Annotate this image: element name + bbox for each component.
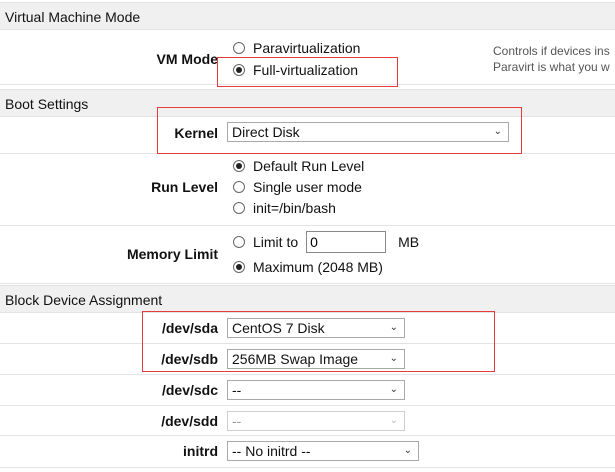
section-title: Block Device Assignment xyxy=(5,292,163,308)
section-header-block-devices: Block Device Assignment xyxy=(0,285,615,313)
device-select-value: CentOS 7 Disk xyxy=(232,320,325,336)
device-select-value: -- xyxy=(232,413,242,429)
radio-checked-icon[interactable] xyxy=(233,160,245,172)
radio-unchecked-icon[interactable] xyxy=(233,202,245,214)
help-line: Controls if devices ins xyxy=(493,44,610,58)
vm-mode-help-text: Controls if devices ins Paravirt is what… xyxy=(493,43,610,75)
radio-unchecked-icon[interactable] xyxy=(233,181,245,193)
device-label: /dev/sdd xyxy=(161,413,218,429)
radio-unchecked-icon[interactable] xyxy=(233,236,245,248)
radio-init-bin-bash[interactable]: init=/bin/bash xyxy=(233,200,336,216)
initrd-select[interactable]: -- No initrd -- ⌄ xyxy=(227,441,419,461)
chevron-down-icon: ⌄ xyxy=(403,445,412,456)
kernel-row: Kernel Direct Disk ⌄ xyxy=(0,117,615,154)
device-row-sdc: /dev/sdc -- ⌄ xyxy=(0,375,615,406)
run-level-label: Run Level xyxy=(151,179,218,195)
device-label: /dev/sda xyxy=(161,320,218,336)
linode-config-page: Virtual Machine Mode VM Mode Paravirtual… xyxy=(0,0,615,472)
device-label: /dev/sdb xyxy=(161,351,218,367)
initrd-row: initrd -- No initrd -- ⌄ xyxy=(0,436,615,468)
radio-label: init=/bin/bash xyxy=(253,200,336,216)
radio-label: Limit to xyxy=(253,234,299,250)
device-label: /dev/sdc xyxy=(161,382,218,398)
radio-label: Maximum (2048 MB) xyxy=(253,259,383,275)
section-title: Boot Settings xyxy=(5,96,89,112)
device-row-sda: /dev/sda CentOS 7 Disk ⌄ xyxy=(0,313,615,344)
chevron-down-icon: ⌄ xyxy=(389,322,398,333)
radio-limit-to[interactable]: Limit to MB xyxy=(233,231,419,253)
section-header-boot-settings: Boot Settings xyxy=(0,89,615,117)
radio-maximum[interactable]: Maximum (2048 MB) xyxy=(233,259,383,275)
device-row-sdd: /dev/sdd -- ⌄ xyxy=(0,406,615,436)
section-header-vm-mode: Virtual Machine Mode xyxy=(0,2,615,30)
vm-mode-label: VM Mode xyxy=(156,51,218,67)
help-line: Paravirt is what you w xyxy=(493,60,610,74)
radio-label: Full-virtualization xyxy=(253,62,359,78)
kernel-label: Kernel xyxy=(174,125,218,141)
radio-checked-icon[interactable] xyxy=(233,64,245,76)
section-title: Virtual Machine Mode xyxy=(5,9,141,25)
radio-default-run-level[interactable]: Default Run Level xyxy=(233,158,364,174)
radio-label: Single user mode xyxy=(253,179,362,195)
device-select-sdc[interactable]: -- ⌄ xyxy=(227,380,405,400)
device-select-sdb[interactable]: 256MB Swap Image ⌄ xyxy=(227,349,405,369)
radio-paravirtualization[interactable]: Paravirtualization xyxy=(233,40,360,56)
memory-limit-row: Memory Limit Limit to MB Maximum (2048 M… xyxy=(0,226,615,284)
radio-full-virtualization[interactable]: Full-virtualization xyxy=(233,62,358,78)
memory-limit-input[interactable] xyxy=(306,231,387,253)
chevron-down-icon: ⌄ xyxy=(389,353,398,364)
device-row-sdb: /dev/sdb 256MB Swap Image ⌄ xyxy=(0,344,615,375)
vm-mode-row: VM Mode Paravirtualization Full-virtuali… xyxy=(0,31,615,85)
device-select-value: -- xyxy=(232,382,242,398)
run-level-row: Run Level Default Run Level Single user … xyxy=(0,154,615,226)
memory-limit-label: Memory Limit xyxy=(126,246,218,262)
radio-unchecked-icon[interactable] xyxy=(233,42,245,54)
radio-single-user-mode[interactable]: Single user mode xyxy=(233,179,362,195)
chevron-down-icon: ⌄ xyxy=(493,126,502,137)
chevron-down-icon: ⌄ xyxy=(389,384,398,395)
initrd-label: initrd xyxy=(183,443,218,459)
memory-unit-label: MB xyxy=(398,234,420,250)
radio-label: Default Run Level xyxy=(253,158,365,174)
chevron-down-icon: ⌄ xyxy=(389,415,398,426)
kernel-select[interactable]: Direct Disk ⌄ xyxy=(227,122,509,142)
device-select-value: 256MB Swap Image xyxy=(232,351,359,367)
radio-label: Paravirtualization xyxy=(253,40,361,56)
initrd-select-value: -- No initrd -- xyxy=(232,443,311,459)
device-select-sda[interactable]: CentOS 7 Disk ⌄ xyxy=(227,318,405,338)
device-select-sdd: -- ⌄ xyxy=(227,411,405,431)
kernel-select-value: Direct Disk xyxy=(232,124,300,140)
radio-checked-icon[interactable] xyxy=(233,261,245,273)
